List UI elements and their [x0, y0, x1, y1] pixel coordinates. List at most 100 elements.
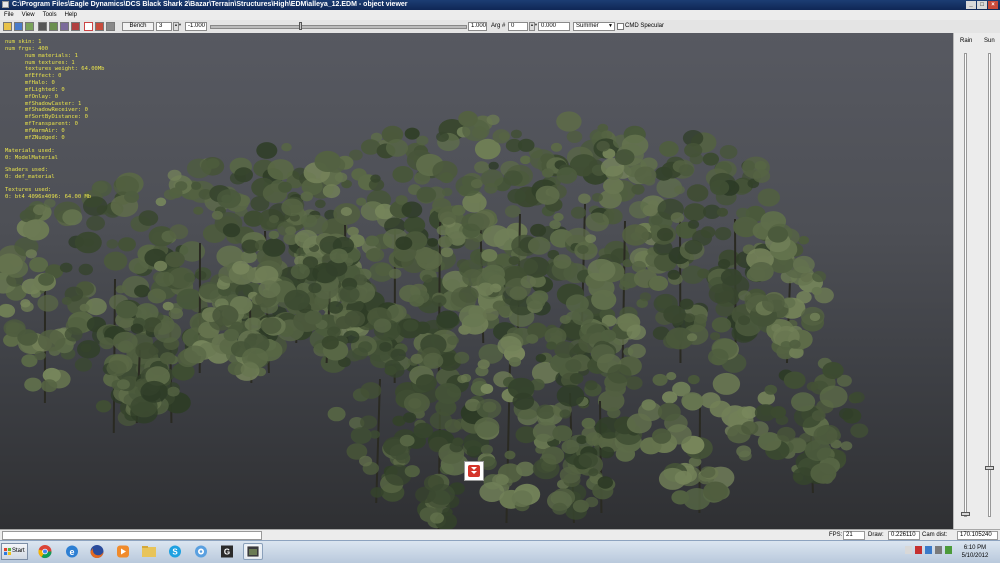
- foliage-clump: [596, 141, 609, 152]
- person-icon[interactable]: [95, 22, 104, 31]
- settings-icon[interactable]: [106, 22, 115, 31]
- dcs-app-icon[interactable]: G: [217, 543, 237, 560]
- foliage-clump: [404, 217, 425, 234]
- taskbar-clock[interactable]: 6:10 PM 5/10/2012: [955, 544, 995, 560]
- tray-volume-icon[interactable]: [935, 546, 942, 554]
- foliage-clump: [599, 447, 614, 459]
- foliage-clump: [223, 223, 240, 237]
- foliage-clump: [481, 249, 497, 262]
- foliage-clump: [675, 471, 692, 485]
- figure-icon[interactable]: [84, 22, 93, 31]
- min-value-field[interactable]: -1.000: [185, 22, 207, 31]
- foliage-clump: [758, 189, 780, 207]
- tray-flag-icon[interactable]: [905, 546, 912, 554]
- foliage-clump: [601, 330, 617, 342]
- foliage-clump: [351, 427, 372, 444]
- foliage-clump: [392, 166, 413, 183]
- camera-icon[interactable]: [38, 22, 47, 31]
- foliage-clump: [436, 311, 459, 329]
- foliage-clump: [261, 317, 282, 334]
- foliage-clump: [585, 213, 609, 232]
- foliage-clump: [721, 269, 742, 286]
- foliage-clump: [335, 172, 348, 182]
- wireframe-icon[interactable]: [71, 22, 80, 31]
- close-button[interactable]: ×: [988, 1, 998, 9]
- foliage-clump: [738, 315, 750, 325]
- foliage-clump: [671, 490, 689, 504]
- open-file-icon[interactable]: [3, 22, 12, 31]
- weather-panel: Rain Sun: [953, 33, 1000, 529]
- stats-line: Textures used:: [5, 187, 104, 194]
- tray-network-icon[interactable]: [915, 546, 922, 554]
- window-titlebar: C:\Program Files\Eagle Dynamics\DCS Blac…: [0, 0, 1000, 10]
- svg-text:e: e: [69, 547, 74, 557]
- bench-spinner[interactable]: ▲▼: [173, 22, 179, 31]
- internet-explorer-icon[interactable]: e: [62, 543, 82, 560]
- foliage-clump: [528, 237, 551, 255]
- itunes-icon[interactable]: [191, 543, 211, 560]
- arg-slider[interactable]: [210, 25, 467, 29]
- save-icon[interactable]: [14, 22, 23, 31]
- arg-slider-thumb[interactable]: [299, 22, 302, 30]
- foliage-clump: [560, 409, 571, 418]
- foliage-clump: [75, 232, 102, 254]
- menu-file[interactable]: File: [0, 10, 18, 20]
- arg-value-field[interactable]: 0.000: [538, 22, 570, 31]
- specular-checkbox[interactable]: [617, 23, 624, 30]
- menu-tools[interactable]: Tools: [39, 10, 61, 20]
- rain-slider[interactable]: [964, 53, 967, 517]
- foliage-clump: [493, 129, 511, 143]
- foliage-clump: [512, 490, 533, 507]
- foliage-clump: [295, 230, 318, 249]
- foliage-clump: [685, 240, 703, 254]
- foliage-clump: [193, 207, 203, 215]
- stats-line: mfHalo: 0: [5, 80, 104, 87]
- cam-dist-label: Cam dist:: [922, 531, 947, 540]
- foliage-clump: [505, 205, 521, 218]
- foliage-clump: [668, 270, 680, 280]
- arg-spinner[interactable]: ▲▼: [529, 22, 535, 31]
- foliage-clump: [536, 405, 554, 420]
- foliage-clump: [405, 465, 420, 477]
- season-select[interactable]: Summer ▼: [573, 22, 615, 31]
- download-arrow-icon[interactable]: [464, 461, 484, 481]
- bench-value-field[interactable]: 3: [156, 22, 172, 31]
- tray-security-icon[interactable]: [925, 546, 932, 554]
- bench-button[interactable]: Bench: [122, 22, 154, 31]
- max-value-field[interactable]: 1.000: [468, 22, 487, 31]
- foliage-clump: [557, 385, 585, 407]
- skype-icon[interactable]: S: [165, 543, 185, 560]
- foliage-clump: [481, 384, 494, 394]
- foliage-clump: [458, 111, 478, 127]
- foliage-clump: [578, 194, 591, 204]
- model-viewport[interactable]: num skin: 1num frgs: 400num materials: 1…: [0, 33, 953, 529]
- tray-power-icon[interactable]: [945, 546, 952, 554]
- foliage-clump: [212, 305, 238, 326]
- sun-slider-thumb[interactable]: [985, 466, 994, 470]
- rain-slider-thumb[interactable]: [961, 512, 970, 516]
- foliage-clump: [361, 382, 382, 399]
- minimize-button[interactable]: _: [966, 1, 976, 9]
- start-button[interactable]: Start: [1, 543, 28, 560]
- maximize-button[interactable]: □: [977, 1, 987, 9]
- foliage-clump: [478, 359, 490, 369]
- foliage-clump: [712, 317, 731, 332]
- landscape-icon[interactable]: [25, 22, 34, 31]
- foliage-clump: [459, 287, 479, 303]
- arg-number-field[interactable]: 0: [508, 22, 528, 31]
- foliage-clump: [810, 463, 836, 484]
- sun-slider[interactable]: [988, 53, 991, 517]
- firefox-icon[interactable]: [87, 543, 107, 560]
- menu-view[interactable]: View: [18, 10, 39, 20]
- folder-icon[interactable]: [139, 543, 159, 560]
- tree-icon[interactable]: [49, 22, 58, 31]
- sun-label: Sun: [984, 38, 995, 44]
- foliage-clump: [23, 219, 50, 240]
- foliage-clump: [281, 199, 303, 217]
- media-player-icon[interactable]: [113, 543, 133, 560]
- grid-icon[interactable]: [60, 22, 69, 31]
- object-viewer-icon[interactable]: [243, 543, 263, 560]
- chrome-icon[interactable]: [35, 543, 55, 560]
- menu-help[interactable]: Help: [61, 10, 81, 20]
- foliage-clump: [322, 336, 339, 350]
